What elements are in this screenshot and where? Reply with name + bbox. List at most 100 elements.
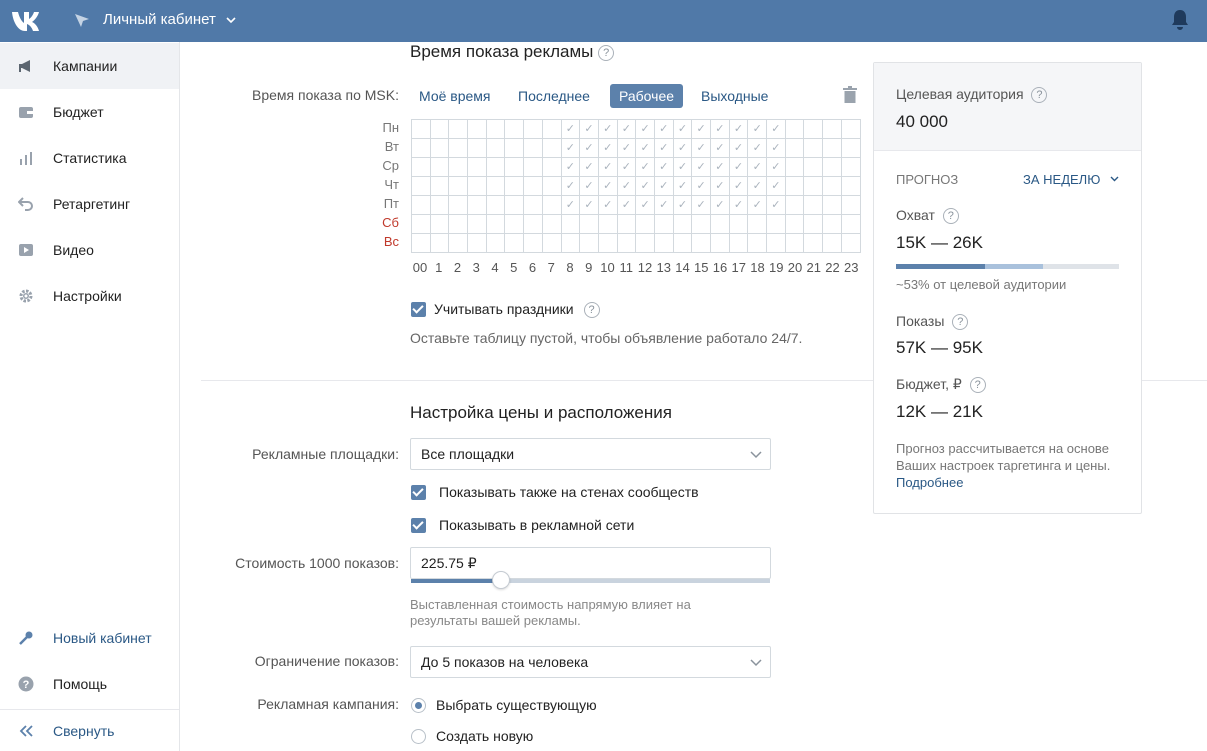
schedule-cell[interactable] bbox=[747, 233, 768, 253]
schedule-cell[interactable]: ✓ bbox=[597, 176, 618, 196]
schedule-cell[interactable] bbox=[784, 138, 805, 158]
schedule-cell[interactable]: ✓ bbox=[672, 176, 693, 196]
schedule-cell[interactable]: ✓ bbox=[691, 157, 711, 177]
schedule-cell[interactable]: ✓ bbox=[728, 119, 749, 139]
bell-icon[interactable] bbox=[1170, 9, 1190, 31]
cost-slider[interactable] bbox=[411, 579, 770, 583]
schedule-cell[interactable]: ✓ bbox=[672, 195, 693, 215]
schedule-cell[interactable]: ✓ bbox=[747, 138, 768, 158]
schedule-cell[interactable]: ✓ bbox=[616, 119, 637, 139]
limit-select[interactable]: До 5 показов на человека bbox=[410, 646, 771, 678]
chevron-down-icon[interactable] bbox=[1110, 176, 1119, 182]
sidebar-item-statistics[interactable]: Статистика bbox=[0, 135, 179, 181]
schedule-cell[interactable] bbox=[448, 214, 469, 234]
hour-label[interactable]: 23 bbox=[842, 260, 860, 275]
tab-last[interactable]: Последнее bbox=[509, 84, 599, 108]
schedule-cell[interactable]: ✓ bbox=[579, 176, 599, 196]
hour-label[interactable]: 2 bbox=[449, 260, 467, 275]
schedule-cell[interactable] bbox=[822, 138, 842, 158]
schedule-cell[interactable] bbox=[579, 233, 599, 253]
schedule-cell[interactable]: ✓ bbox=[635, 195, 655, 215]
schedule-cell[interactable] bbox=[840, 157, 861, 177]
schedule-cell[interactable] bbox=[803, 157, 824, 177]
schedule-cell[interactable] bbox=[523, 195, 543, 215]
schedule-cell[interactable]: ✓ bbox=[597, 195, 618, 215]
schedule-cell[interactable] bbox=[616, 233, 637, 253]
schedule-cell[interactable]: ✓ bbox=[560, 195, 581, 215]
schedule-cell[interactable]: ✓ bbox=[653, 119, 674, 139]
show-walls-checkbox[interactable] bbox=[411, 485, 426, 500]
tab-working[interactable]: Рабочее bbox=[610, 84, 684, 108]
help-icon[interactable]: ? bbox=[1031, 87, 1048, 104]
schedule-cell[interactable] bbox=[635, 214, 655, 234]
radio-existing-campaign[interactable] bbox=[411, 698, 426, 713]
schedule-cell[interactable] bbox=[411, 214, 431, 234]
sidebar-item-collapse[interactable]: Свернуть bbox=[0, 708, 179, 751]
help-icon[interactable]: ? bbox=[969, 377, 986, 394]
hour-label[interactable]: 13 bbox=[655, 260, 673, 275]
period-selector[interactable]: ЗА НЕДЕЛЮ bbox=[1023, 172, 1100, 187]
schedule-cell[interactable]: ✓ bbox=[616, 157, 637, 177]
hour-label[interactable]: 19 bbox=[767, 260, 785, 275]
schedule-cell[interactable] bbox=[411, 195, 431, 215]
hour-label[interactable]: 1 bbox=[430, 260, 448, 275]
schedule-cell[interactable]: ✓ bbox=[672, 119, 693, 139]
schedule-cell[interactable] bbox=[429, 233, 450, 253]
day-label[interactable]: Чт bbox=[371, 177, 399, 192]
schedule-cell[interactable] bbox=[784, 233, 805, 253]
schedule-cell[interactable]: ✓ bbox=[766, 195, 786, 215]
schedule-cell[interactable] bbox=[448, 195, 469, 215]
schedule-cell[interactable] bbox=[747, 214, 768, 234]
schedule-cell[interactable] bbox=[411, 138, 431, 158]
schedule-cell[interactable]: ✓ bbox=[616, 176, 637, 196]
day-label[interactable]: Ср bbox=[371, 158, 399, 173]
schedule-cell[interactable] bbox=[504, 233, 525, 253]
schedule-cell[interactable] bbox=[485, 157, 506, 177]
schedule-cell[interactable]: ✓ bbox=[616, 195, 637, 215]
schedule-cell[interactable] bbox=[541, 119, 562, 139]
help-icon[interactable]: ? bbox=[942, 208, 959, 225]
schedule-cell[interactable] bbox=[448, 233, 469, 253]
day-label[interactable]: Сб bbox=[371, 215, 399, 230]
location-arrow-icon[interactable] bbox=[74, 12, 90, 28]
schedule-cell[interactable] bbox=[579, 214, 599, 234]
schedule-cell[interactable]: ✓ bbox=[747, 157, 768, 177]
schedule-cell[interactable]: ✓ bbox=[579, 138, 599, 158]
schedule-cell[interactable]: ✓ bbox=[653, 195, 674, 215]
help-icon[interactable]: ? bbox=[598, 44, 615, 61]
schedule-cell[interactable] bbox=[803, 119, 824, 139]
schedule-cell[interactable]: ✓ bbox=[691, 176, 711, 196]
schedule-cell[interactable]: ✓ bbox=[560, 119, 581, 139]
schedule-cell[interactable] bbox=[523, 233, 543, 253]
schedule-cell[interactable] bbox=[840, 233, 861, 253]
schedule-cell[interactable] bbox=[541, 176, 562, 196]
schedule-cell[interactable]: ✓ bbox=[747, 119, 768, 139]
schedule-grid[interactable]: ✓ ✓ ✓ ✓ ✓ ✓ ✓ ✓ ✓ ✓ ✓ ✓ ✓ ✓ ✓ ✓ ✓ ✓ ✓ ✓ ✓ ✓ ✓ ✓ ✓ ✓ ✓ ✓ ✓ ✓ ✓ ✓ ✓ ✓ ✓ ✓ ✓ ✓ ✓ ✓… bbox=[411, 119, 861, 253]
radio-new-campaign[interactable] bbox=[411, 729, 426, 744]
help-icon[interactable]: ? bbox=[952, 314, 969, 331]
schedule-cell[interactable]: ✓ bbox=[710, 138, 730, 158]
day-label[interactable]: Вт bbox=[371, 139, 399, 154]
schedule-cell[interactable]: ✓ bbox=[728, 138, 749, 158]
vk-logo-icon[interactable] bbox=[10, 9, 44, 31]
schedule-cell[interactable] bbox=[467, 233, 487, 253]
schedule-cell[interactable] bbox=[616, 214, 637, 234]
schedule-cell[interactable]: ✓ bbox=[766, 157, 786, 177]
tab-my-time[interactable]: Моё время bbox=[410, 84, 500, 108]
schedule-cell[interactable] bbox=[803, 233, 824, 253]
day-label[interactable]: Пн bbox=[371, 120, 399, 135]
schedule-cell[interactable] bbox=[822, 157, 842, 177]
schedule-cell[interactable]: ✓ bbox=[747, 195, 768, 215]
schedule-cell[interactable] bbox=[467, 138, 487, 158]
schedule-cell[interactable] bbox=[504, 214, 525, 234]
hour-label[interactable]: 16 bbox=[711, 260, 729, 275]
schedule-cell[interactable] bbox=[523, 176, 543, 196]
schedule-cell[interactable]: ✓ bbox=[597, 119, 618, 139]
schedule-cell[interactable]: ✓ bbox=[560, 176, 581, 196]
schedule-cell[interactable] bbox=[766, 233, 786, 253]
schedule-cell[interactable]: ✓ bbox=[710, 119, 730, 139]
hour-label[interactable]: 10 bbox=[599, 260, 617, 275]
day-label[interactable]: Вс bbox=[371, 234, 399, 249]
schedule-cell[interactable] bbox=[822, 214, 842, 234]
hour-label[interactable]: 12 bbox=[636, 260, 654, 275]
